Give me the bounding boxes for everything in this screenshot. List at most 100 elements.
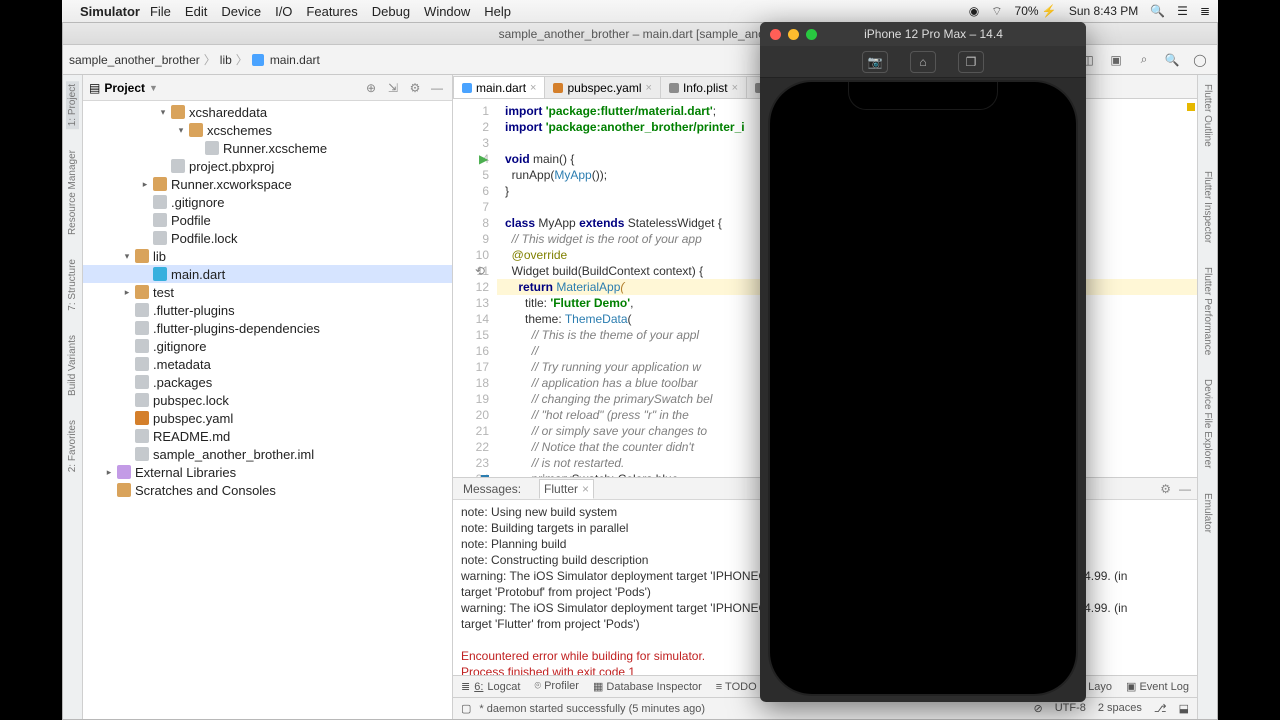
- hide-icon[interactable]: —: [428, 81, 446, 95]
- right-rail-flutter-inspector[interactable]: Flutter Inspector: [1201, 168, 1214, 246]
- wifi-icon[interactable]: ⌔: [991, 4, 1002, 19]
- simulator-window[interactable]: iPhone 12 Pro Max – 14.4 📷 ⌂ ❐ ↖: [760, 22, 1086, 702]
- battery: 70% ⚡: [1015, 4, 1057, 18]
- copy-button[interactable]: ❐: [958, 51, 984, 73]
- tree-node[interactable]: .flutter-plugins-dependencies: [83, 319, 452, 337]
- tree-node[interactable]: .flutter-plugins: [83, 301, 452, 319]
- right-rail-emulator[interactable]: Emulator: [1201, 490, 1214, 536]
- status-item[interactable]: 2 spaces: [1098, 702, 1142, 715]
- tree-node[interactable]: main.dart: [83, 265, 452, 283]
- right-rail-flutter-outline[interactable]: Flutter Outline: [1201, 81, 1214, 150]
- tree-node[interactable]: ▸ External Libraries: [83, 463, 452, 481]
- file-type-icon: [462, 83, 472, 93]
- home-button[interactable]: ⌂: [910, 51, 936, 73]
- tree-node[interactable]: .gitignore: [83, 337, 452, 355]
- messages-flutter-tab[interactable]: Flutter×: [539, 479, 594, 499]
- editor-tab[interactable]: Info.plist×: [660, 76, 747, 98]
- project-view-label[interactable]: Project: [104, 81, 145, 95]
- menu-features[interactable]: Features: [306, 4, 357, 19]
- status-item[interactable]: UTF-8: [1055, 702, 1086, 715]
- msg-settings-icon[interactable]: ⚙: [1160, 482, 1171, 496]
- search-icon[interactable]: 🔍: [1161, 49, 1183, 71]
- editor-tab[interactable]: pubspec.yaml×: [544, 76, 660, 98]
- menu-i/o[interactable]: I/O: [275, 4, 292, 19]
- dart-file-icon: [252, 54, 264, 66]
- txt-icon: [135, 375, 149, 389]
- bottom-tool-right[interactable]: ▣ Event Log: [1126, 680, 1189, 693]
- menu-help[interactable]: Help: [484, 4, 511, 19]
- txt-icon: [135, 447, 149, 461]
- right-rail-device-file-explorer[interactable]: Device File Explorer: [1201, 376, 1214, 471]
- tree-node[interactable]: Podfile: [83, 211, 452, 229]
- tree-node[interactable]: .metadata: [83, 355, 452, 373]
- status-item[interactable]: ⊘: [1033, 702, 1042, 715]
- avatar-icon[interactable]: ◯: [1189, 49, 1211, 71]
- folder-icon: [189, 123, 203, 137]
- menu-edit[interactable]: Edit: [185, 4, 207, 19]
- mac-menubar: Simulator File Edit Device I/O Features Debug…: [62, 0, 1218, 22]
- left-rail-7-structure[interactable]: 7: Structure: [66, 256, 79, 314]
- msg-hide-icon[interactable]: —: [1179, 482, 1191, 496]
- close-icon[interactable]: [770, 29, 781, 40]
- right-rail-flutter-performance[interactable]: Flutter Performance: [1201, 264, 1214, 358]
- left-rail-resource-manager[interactable]: Resource Manager: [66, 147, 79, 238]
- file-type-icon: [669, 83, 679, 93]
- find-icon[interactable]: ⌕: [1133, 49, 1155, 71]
- bottom-tool-logcat[interactable]: ≣ 6: Logcat: [461, 680, 520, 693]
- tree-node[interactable]: .gitignore: [83, 193, 452, 211]
- expand-icon[interactable]: ⇲: [384, 81, 402, 95]
- tree-node[interactable]: Runner.xcscheme: [83, 139, 452, 157]
- tree-node[interactable]: ▾ lib: [83, 247, 452, 265]
- status-item[interactable]: ⬓: [1179, 702, 1189, 715]
- spotlight-icon[interactable]: 🔍: [1150, 4, 1165, 18]
- menu-device[interactable]: Device: [221, 4, 261, 19]
- tree-node[interactable]: README.md: [83, 427, 452, 445]
- locate-icon[interactable]: ⊕: [362, 81, 380, 95]
- menu-file[interactable]: File: [150, 4, 171, 19]
- error-stripe[interactable]: [1187, 103, 1195, 111]
- screenshot-button[interactable]: 📷: [862, 51, 888, 73]
- left-rail-1-project[interactable]: 1: Project: [66, 81, 79, 129]
- zoom-icon[interactable]: [806, 29, 817, 40]
- control-center-icon[interactable]: ☰: [1177, 4, 1188, 18]
- settings-icon[interactable]: ⚙: [406, 81, 424, 95]
- tree-node[interactable]: Podfile.lock: [83, 229, 452, 247]
- menu-debug[interactable]: Debug: [372, 4, 410, 19]
- close-tab-icon[interactable]: ×: [530, 82, 536, 94]
- tree-node[interactable]: ▸ Runner.xcworkspace: [83, 175, 452, 193]
- dart-icon: [153, 267, 167, 281]
- minimize-icon[interactable]: [788, 29, 799, 40]
- left-rail-build-variants[interactable]: Build Variants: [66, 332, 79, 399]
- simulator-screen[interactable]: [760, 78, 1086, 702]
- bottom-tool-database-inspector[interactable]: ▦ Database Inspector: [593, 680, 702, 693]
- tree-node[interactable]: pubspec.lock: [83, 391, 452, 409]
- status-item[interactable]: ⎇: [1154, 702, 1167, 715]
- menubar-app[interactable]: Simulator: [80, 4, 140, 19]
- bottom-tool-todo[interactable]: ≡ TODO: [716, 681, 757, 693]
- devices-icon[interactable]: ▣: [1105, 49, 1127, 71]
- notifications-icon[interactable]: ≣: [1200, 4, 1210, 18]
- tree-node[interactable]: project.pbxproj: [83, 157, 452, 175]
- tree-node[interactable]: sample_another_brother.iml: [83, 445, 452, 463]
- tree-node[interactable]: pubspec.yaml: [83, 409, 452, 427]
- file-type-icon: [553, 83, 563, 93]
- tree-node[interactable]: Scratches and Consoles: [83, 481, 452, 499]
- txt-icon: [153, 231, 167, 245]
- project-tree[interactable]: ▾ xcshareddata ▾ xcschemes Runner.xcsche…: [83, 101, 452, 719]
- editor-tab[interactable]: main.dart×: [453, 76, 545, 98]
- tree-node[interactable]: ▸ test: [83, 283, 452, 301]
- screencast-icon[interactable]: ◉: [969, 4, 979, 18]
- txt-icon: [135, 303, 149, 317]
- tree-node[interactable]: ▾ xcschemes: [83, 121, 452, 139]
- tree-node[interactable]: ▾ xcshareddata: [83, 103, 452, 121]
- folder-icon: [117, 483, 131, 497]
- txt-icon: [205, 141, 219, 155]
- messages-tab[interactable]: Messages:: [459, 480, 525, 498]
- bottom-tool-profiler[interactable]: ⌾ Profiler: [534, 680, 579, 693]
- close-tab-icon[interactable]: ×: [646, 82, 652, 94]
- breadcrumb[interactable]: sample_another_brother〉 lib〉 main.dart: [69, 51, 320, 68]
- left-rail-2-favorites[interactable]: 2: Favorites: [66, 417, 79, 475]
- tree-node[interactable]: .packages: [83, 373, 452, 391]
- menu-window[interactable]: Window: [424, 4, 470, 19]
- close-tab-icon[interactable]: ×: [732, 82, 738, 94]
